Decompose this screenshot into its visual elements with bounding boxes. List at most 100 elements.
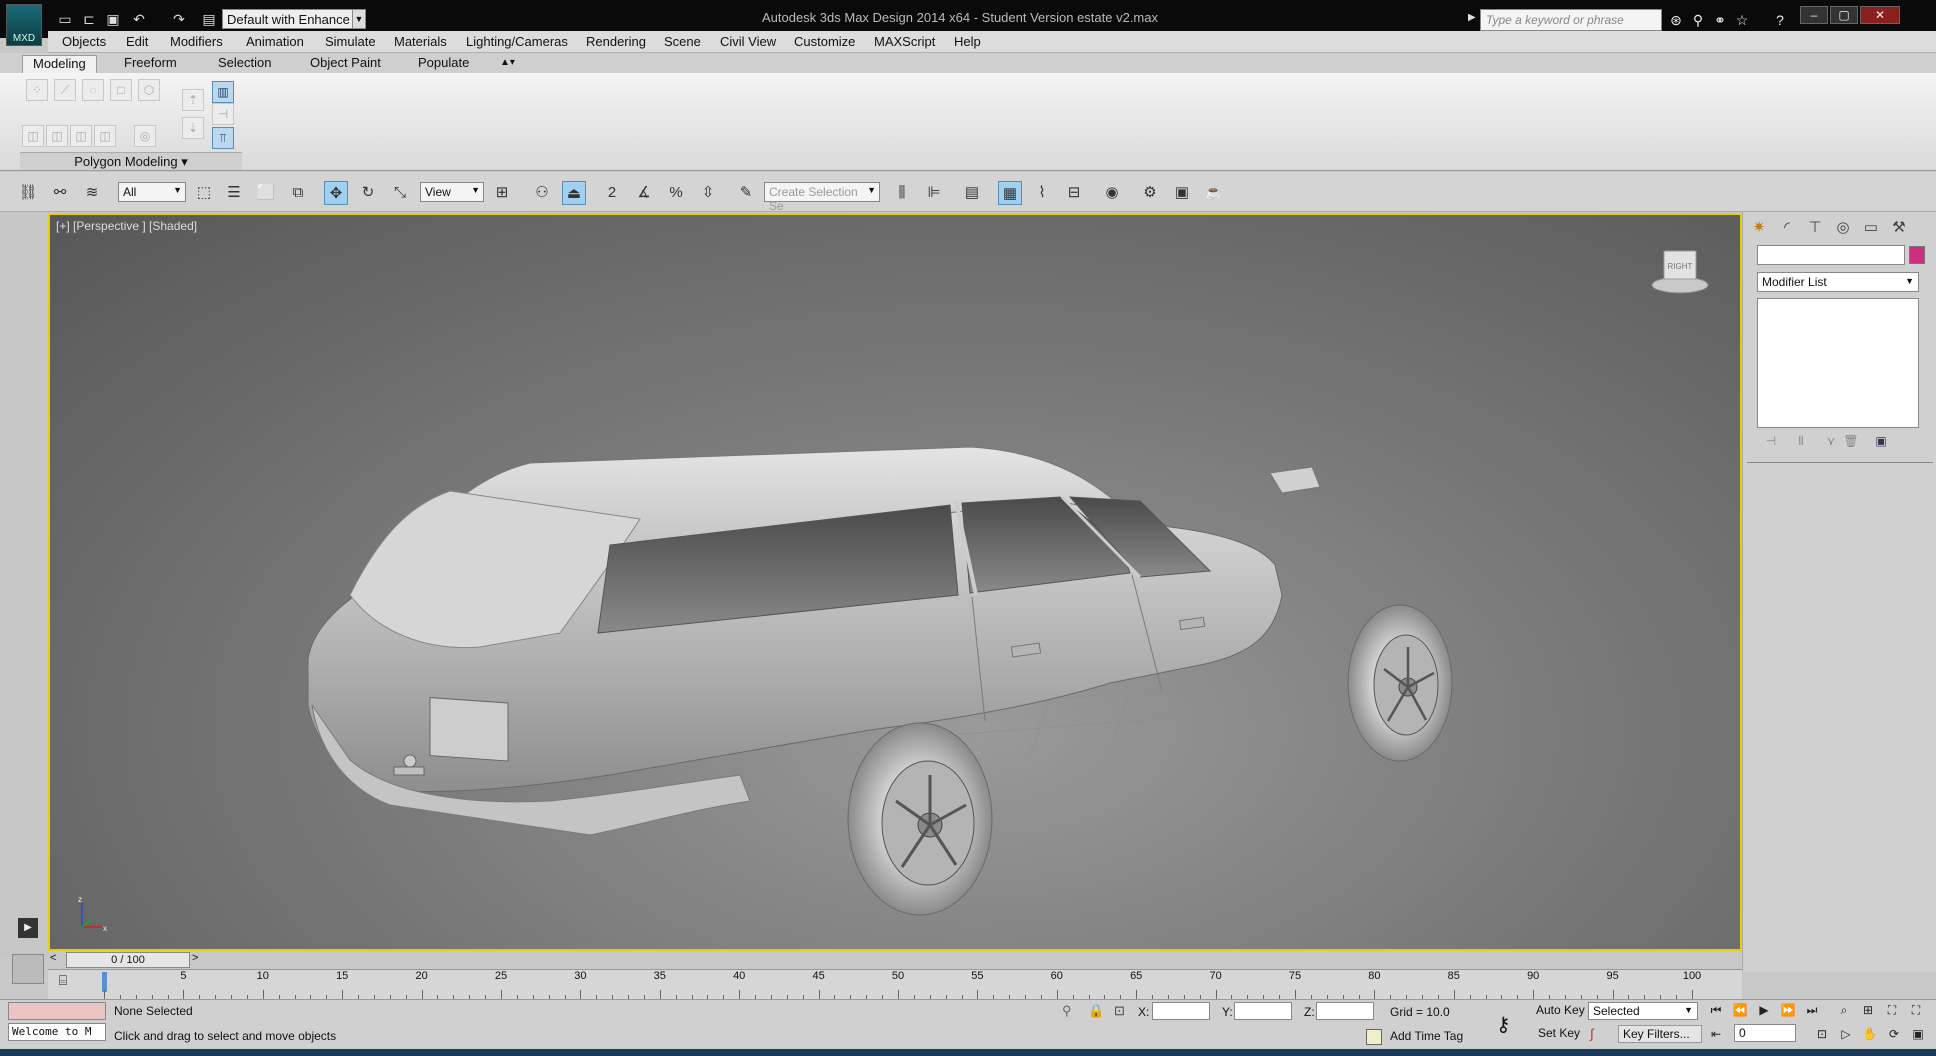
menu-help[interactable]: Help bbox=[954, 34, 981, 49]
polygon-modeling-dropdown[interactable]: Polygon Modeling ▾ bbox=[20, 152, 242, 170]
spinner-snap-icon[interactable]: ⇳ bbox=[696, 181, 720, 205]
create-panel-icon[interactable]: ✷ bbox=[1747, 217, 1771, 239]
show-end-result-icon[interactable]: ▥ bbox=[212, 81, 234, 103]
add-time-tag[interactable]: Add Time Tag bbox=[1390, 1029, 1463, 1043]
menu-modifiers[interactable]: Modifiers bbox=[170, 34, 223, 49]
key-curve-icon[interactable]: ∫ bbox=[1590, 1026, 1594, 1041]
project-folder-icon[interactable]: ▤ bbox=[198, 10, 220, 28]
modifier-list-dropdown[interactable]: Modifier List ▼ bbox=[1757, 272, 1919, 292]
new-file-icon[interactable]: ▭ bbox=[54, 10, 76, 28]
perspective-viewport[interactable]: [+] [Perspective ] [Shaded] RIGHT z x bbox=[48, 213, 1742, 951]
select-and-rotate-icon[interactable]: ↻ bbox=[356, 181, 380, 205]
utilities-panel-icon[interactable]: ⚒ bbox=[1887, 217, 1911, 239]
set-key-icon[interactable]: ⚷ bbox=[1496, 1012, 1511, 1037]
menu-materials[interactable]: Materials bbox=[394, 34, 447, 49]
help-icon[interactable]: ? bbox=[1770, 10, 1790, 30]
modify-panel-icon[interactable]: ◜ bbox=[1775, 217, 1799, 239]
time-slider[interactable]: < 0 / 100 > bbox=[48, 951, 1742, 969]
selection-filter-dropdown[interactable]: All ▼ bbox=[118, 182, 186, 202]
menu-scene[interactable]: Scene bbox=[664, 34, 701, 49]
undo-icon[interactable]: ↶ bbox=[128, 10, 150, 28]
edit-named-selection-icon[interactable]: ✎ bbox=[734, 181, 758, 205]
select-and-move-icon[interactable]: ✥ bbox=[324, 181, 348, 205]
car-model[interactable] bbox=[50, 215, 1740, 949]
stack-down-icon[interactable]: ⇣ bbox=[182, 117, 204, 139]
go-to-end-icon[interactable]: ⏭ bbox=[1802, 1003, 1822, 1021]
workspace-dropdown[interactable]: Default with Enhance bbox=[222, 9, 358, 29]
align-icon[interactable]: ⊫ bbox=[922, 181, 946, 205]
mini-curve-editor-icon[interactable] bbox=[12, 954, 44, 984]
select-by-name-icon[interactable]: ☰ bbox=[222, 181, 246, 205]
menu-edit[interactable]: Edit bbox=[126, 34, 148, 49]
binoculars-icon[interactable]: ⊛ bbox=[1666, 10, 1686, 30]
menu-civil-view[interactable]: Civil View bbox=[720, 34, 776, 49]
reference-coordinate-dropdown[interactable]: View ▼ bbox=[420, 182, 484, 202]
collapse-stack-icon[interactable]: ⫪ bbox=[212, 127, 234, 149]
isolate-selection-icon[interactable]: ⚲ bbox=[1062, 1003, 1072, 1019]
time-configuration-icon[interactable]: ⊡ bbox=[1812, 1027, 1832, 1045]
zoom-extents-all-icon[interactable]: ⛶ bbox=[1906, 1003, 1926, 1021]
menu-customize[interactable]: Customize bbox=[794, 34, 855, 49]
vertex-icon[interactable]: ⁘ bbox=[26, 79, 48, 101]
track-bar[interactable]: ⌸ 5 10 15 20 25 30 35 40 45 50 55 60 65 70 75 80 85 90 95 1… bbox=[48, 969, 1742, 1000]
edge-icon[interactable]: ⟋ bbox=[54, 79, 76, 101]
go-to-start-icon[interactable]: ⏮ bbox=[1706, 1003, 1726, 1021]
save-icon[interactable]: ▣ bbox=[102, 10, 124, 28]
current-frame-field[interactable]: 0 bbox=[1734, 1024, 1796, 1042]
stack-up-icon[interactable]: ⇡ bbox=[182, 89, 204, 111]
element-icon[interactable]: ⬡ bbox=[138, 79, 160, 101]
subobject-mode-icon[interactable]: ◫ bbox=[94, 125, 116, 147]
object-name-field[interactable] bbox=[1757, 245, 1905, 265]
layer-manager-icon[interactable]: ▤ bbox=[960, 181, 984, 205]
next-frame-icon[interactable]: ⏩ bbox=[1778, 1003, 1798, 1021]
close-button[interactable]: ✕ bbox=[1860, 6, 1900, 24]
open-file-icon[interactable]: ⊏ bbox=[78, 10, 100, 28]
time-slider-thumb[interactable]: 0 / 100 bbox=[66, 952, 190, 968]
pin-stack-icon[interactable]: ⊣ bbox=[1761, 434, 1781, 452]
soft-selection-icon[interactable]: ◎ bbox=[134, 125, 156, 147]
zoom-all-icon[interactable]: ⊞ bbox=[1858, 1003, 1878, 1021]
render-production-icon[interactable]: ☕ bbox=[1202, 181, 1226, 205]
play-icon[interactable]: ▶ bbox=[1754, 1003, 1774, 1021]
curve-editor-icon[interactable]: ⌇ bbox=[1030, 181, 1054, 205]
zoom-extents-icon[interactable]: ⛶ bbox=[1882, 1003, 1902, 1021]
key-mode-dropdown[interactable]: Selected ▼ bbox=[1588, 1002, 1698, 1020]
modifier-stack[interactable] bbox=[1757, 298, 1919, 428]
select-manipulate-icon[interactable]: ⚇ bbox=[530, 181, 554, 205]
favorites-icon[interactable]: ☆ bbox=[1732, 10, 1752, 30]
field-of-view-icon[interactable]: ▷ bbox=[1836, 1027, 1856, 1045]
configure-modifier-sets-icon[interactable]: ▣ bbox=[1871, 434, 1891, 452]
polygon-icon[interactable]: □ bbox=[110, 79, 132, 101]
select-object-icon[interactable]: ⬚ bbox=[192, 181, 216, 205]
keyboard-shortcut-override-icon[interactable]: ⏏ bbox=[562, 181, 586, 205]
key-filters-button[interactable]: Key Filters... bbox=[1618, 1025, 1702, 1043]
subscription-icon[interactable]: ⚲ bbox=[1688, 10, 1708, 30]
edit-mode-icon[interactable]: ◫ bbox=[46, 125, 68, 147]
bind-space-warp-icon[interactable]: ≋ bbox=[80, 181, 104, 205]
viewcube[interactable]: RIGHT bbox=[1650, 245, 1710, 297]
menu-animation[interactable]: Animation bbox=[246, 34, 304, 49]
motion-panel-icon[interactable]: ◎ bbox=[1831, 217, 1855, 239]
ribbon-minimize-icon[interactable]: ▲▾ bbox=[490, 55, 525, 73]
rectangular-selection-icon[interactable]: ⬜ bbox=[254, 181, 278, 205]
tab-object-paint[interactable]: Object Paint bbox=[300, 55, 391, 73]
material-editor-icon[interactable]: ◉ bbox=[1100, 181, 1124, 205]
orbit-icon[interactable]: ⟳ bbox=[1884, 1027, 1904, 1045]
time-prev-icon[interactable]: < bbox=[50, 952, 56, 964]
rendered-frame-window-icon[interactable]: ▣ bbox=[1170, 181, 1194, 205]
x-coordinate-field[interactable] bbox=[1152, 1002, 1210, 1020]
select-and-link-icon[interactable]: ⛓ bbox=[16, 181, 40, 205]
key-mode-toggle-icon[interactable]: ⇤ bbox=[1706, 1027, 1726, 1045]
display-panel-icon[interactable]: ▭ bbox=[1859, 217, 1883, 239]
time-tag-icon[interactable] bbox=[1366, 1029, 1382, 1045]
tab-freeform[interactable]: Freeform bbox=[114, 55, 187, 73]
pan-icon[interactable]: ✋ bbox=[1860, 1027, 1880, 1045]
render-setup-icon[interactable]: ⚙ bbox=[1138, 181, 1162, 205]
minimize-button[interactable]: – bbox=[1800, 6, 1828, 24]
pin-stack-icon[interactable]: ⊣ bbox=[212, 103, 234, 125]
hierarchy-panel-icon[interactable]: ⊤ bbox=[1803, 217, 1827, 239]
select-and-scale-icon[interactable]: ⤡ bbox=[388, 181, 412, 205]
tab-selection[interactable]: Selection bbox=[208, 55, 281, 73]
angle-snap-icon[interactable]: ∡ bbox=[632, 181, 656, 205]
make-unique-icon[interactable]: ⋎ bbox=[1821, 434, 1841, 452]
